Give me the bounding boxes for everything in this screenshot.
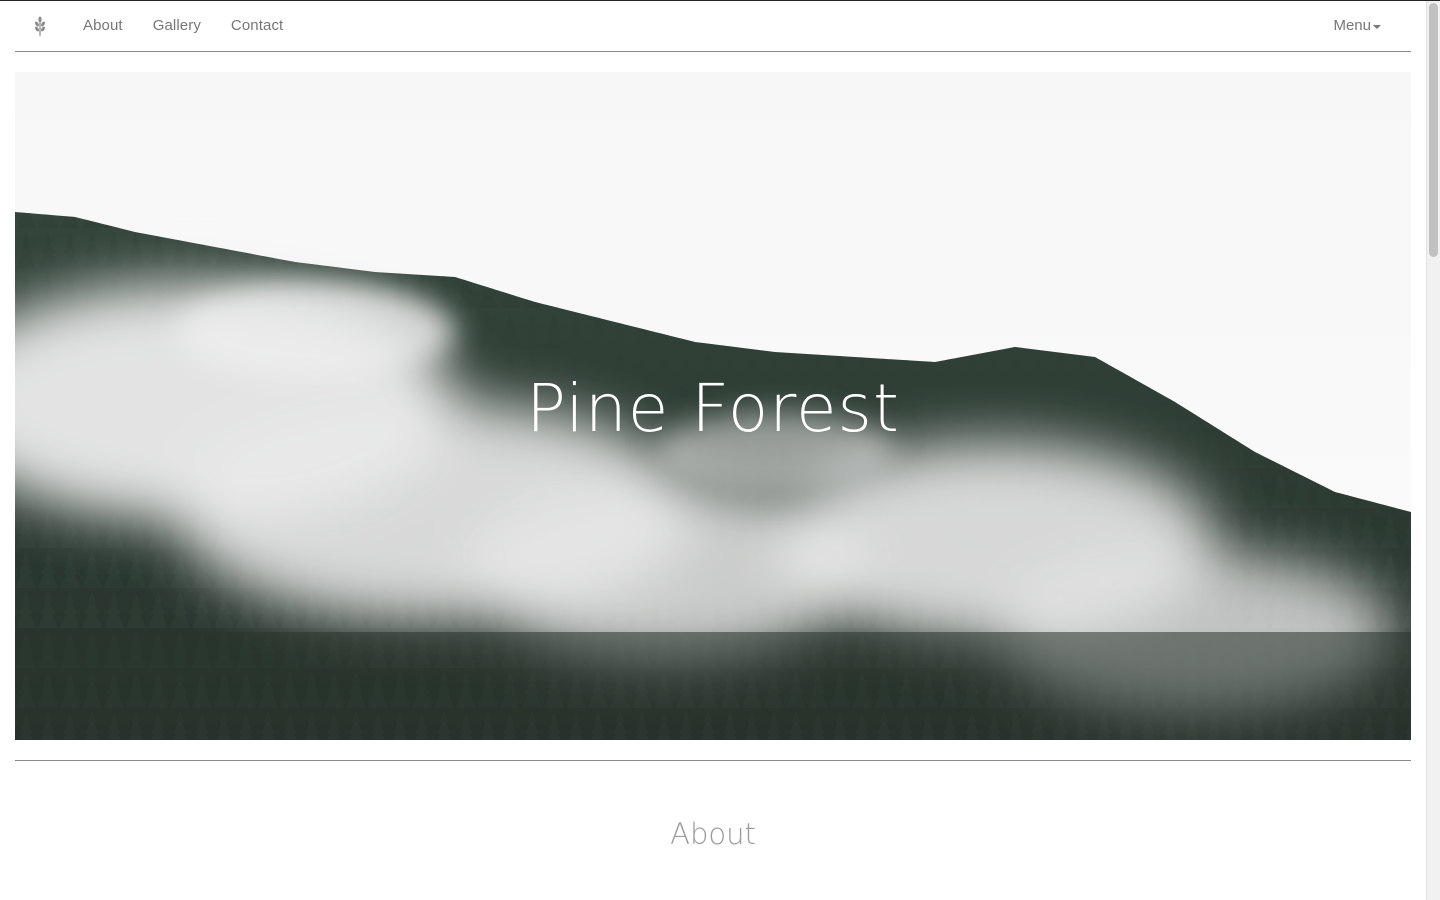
- page-scrollbar[interactable]: [1426, 1, 1440, 900]
- scrollbar-thumb[interactable]: [1429, 3, 1438, 257]
- caret-down-icon: [1373, 25, 1381, 29]
- brand-logo[interactable]: [15, 1, 65, 51]
- nav-link-contact[interactable]: Contact: [216, 1, 298, 51]
- menu-dropdown-toggle[interactable]: Menu: [1333, 1, 1381, 51]
- menu-label: Menu: [1333, 17, 1371, 34]
- nav-link-gallery[interactable]: Gallery: [138, 1, 216, 51]
- navbar: About Gallery Contact Menu: [15, 1, 1411, 52]
- nav-links: About Gallery Contact: [68, 1, 298, 51]
- wheat-icon: [33, 16, 47, 36]
- section-divider: [15, 760, 1411, 761]
- about-section-title: About: [670, 817, 756, 851]
- hero-banner: Pine Forest: [15, 72, 1411, 740]
- hero-title: Pine Forest: [526, 370, 900, 447]
- nav-link-about[interactable]: About: [68, 1, 138, 51]
